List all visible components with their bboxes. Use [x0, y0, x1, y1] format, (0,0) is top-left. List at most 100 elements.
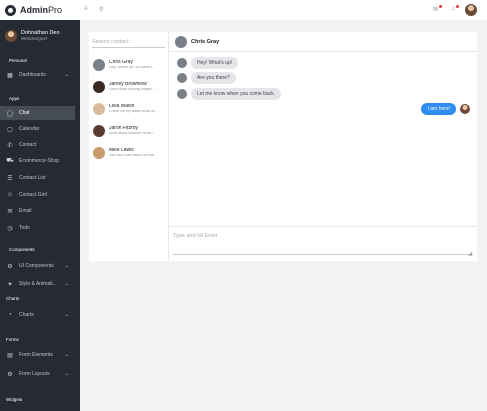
brand[interactable]: AdminPro	[0, 0, 80, 20]
chevron-down-icon: ⌄	[64, 352, 69, 358]
sidebar-item-label: Email	[19, 208, 32, 214]
contact-name: Jaron Fitzroy	[109, 125, 138, 131]
calendar-icon: ▢	[7, 126, 13, 133]
contact-grid-icon: ☺	[6, 192, 14, 198]
avatar[interactable]	[465, 4, 477, 16]
contact-last-message: Just don't care about the we...	[109, 154, 157, 158]
section-forms: Forms	[6, 337, 19, 342]
chevron-down-icon: ⌄	[64, 371, 69, 377]
user-role: Webdesigner	[21, 36, 48, 41]
sidebar-item-label: Form Layouts	[19, 371, 50, 377]
message-bubble: Hey! What's up!	[191, 57, 239, 69]
sidebar-item-label: Calendar	[19, 126, 40, 132]
message-row: Hey! What's up!	[177, 57, 239, 69]
sidebar-item-label: Contact	[19, 142, 37, 148]
section-charts: Charts	[6, 296, 20, 301]
contacts-panel: Chris Gray Hey! What's up! So many ti...…	[89, 32, 169, 261]
todo-icon: ◷	[7, 225, 13, 232]
brand-name: AdminPro	[20, 5, 63, 15]
avatar	[93, 59, 105, 71]
sidebar-item-label: Todo	[19, 225, 30, 231]
sidebar-item-form-layouts[interactable]: ⚙ Form Layouts ⌄	[0, 367, 75, 381]
sidebar-item-label: Ecommerce-Shop	[19, 158, 60, 164]
cart-icon: ⛟	[6, 158, 14, 164]
chart-icon: ◔	[8, 312, 12, 318]
search-icon[interactable]: ⚲	[99, 6, 103, 13]
sidebar-item-label: Contact Grid	[19, 192, 48, 198]
phone-icon: ✆	[7, 142, 13, 149]
sidebar-item-label: UI Components	[19, 263, 54, 269]
message-row: Let me know when you come back.	[177, 88, 282, 100]
contact-item[interactable]: Chris Gray Hey! What's up! So many ti...	[89, 55, 168, 75]
contact-item[interactable]: Livia Walsh Check out my latest email on…	[89, 99, 168, 119]
notification-dot	[439, 5, 442, 8]
sidebar-item-calendar[interactable]: ▢ Calendar	[0, 122, 75, 136]
message-bubble: Are you there?	[191, 72, 236, 84]
sidebar-item-contact[interactable]: ✆ Contact	[0, 138, 75, 152]
chat-card: Chris Gray Hey! What's up! So many ti...…	[89, 32, 477, 261]
section-components: Components	[9, 247, 35, 252]
search-contact-input[interactable]	[92, 37, 165, 48]
sidebar-item-label: Dashboards	[19, 72, 46, 78]
message-row: Are you there?	[177, 72, 236, 84]
logo-icon	[5, 4, 16, 16]
sidebar-item-label: Contact List	[19, 175, 46, 181]
sidebar-item-style-animation[interactable]: ✦ Style & Animati... ⌄	[0, 277, 75, 291]
sidebar-item-dashboards[interactable]: ▦ Dashboards ⌄	[0, 68, 75, 82]
avatar	[177, 58, 187, 68]
avatar	[93, 103, 105, 115]
contact-last-message: Good news coming tonight, ...	[109, 88, 157, 92]
sidebar-item-contact-grid[interactable]: ☺ Contact Grid	[0, 188, 75, 202]
contact-name: Livia Walsh	[109, 103, 135, 109]
contact-name: Chris Gray	[109, 59, 133, 65]
message-row: I am here!	[421, 103, 470, 115]
menu-icon[interactable]: ≡	[84, 6, 88, 12]
chat-icon: ◯	[6, 110, 14, 117]
chevron-down-icon: ⌄	[64, 312, 69, 318]
bell-icon[interactable]: ♫	[451, 6, 456, 12]
notification-dot	[456, 5, 459, 8]
form-elements-icon: ▤	[7, 352, 13, 359]
grid-icon: ▦	[7, 72, 13, 79]
message-bubble: I am here!	[421, 103, 456, 115]
contact-item[interactable]: Jaron Fitzroy What about summer break?	[89, 121, 168, 141]
message-input[interactable]	[173, 233, 473, 255]
user-profile[interactable]: Dohnathan Deo Webdesigner	[0, 24, 80, 48]
contact-name: Mike Lewis	[109, 147, 134, 153]
components-icon: ⚙	[7, 263, 13, 270]
avatar	[177, 89, 187, 99]
chevron-down-icon: ⌄	[64, 263, 69, 269]
section-personal: Personal	[9, 58, 27, 63]
chat-panel: Chris Gray Hey! What's up! Are you there…	[169, 32, 477, 261]
avatar	[93, 147, 105, 159]
message-bubble: Let me know when you come back.	[191, 88, 282, 100]
sidebar-item-chat[interactable]: ◯ Chat	[0, 106, 75, 120]
contact-last-message: What about summer break?	[109, 132, 154, 136]
sidebar-item-email[interactable]: ✉ Email	[0, 204, 75, 218]
chevron-down-icon: ⌄	[64, 72, 69, 78]
sidebar-item-ui-components[interactable]: ⚙ UI Components ⌄	[0, 259, 75, 273]
style-icon: ✦	[7, 281, 13, 288]
sidebar-item-contact-list[interactable]: ☰ Contact List	[0, 171, 75, 185]
contact-name: Jamey Brownlow	[109, 81, 147, 87]
sidebar-item-form-elements[interactable]: ▤ Form Elements ⌄	[0, 348, 75, 362]
avatar	[175, 35, 187, 48]
sidebar-item-charts[interactable]: ◔ Charts ⌄	[0, 308, 75, 322]
contact-last-message: Check out my latest email on ...	[109, 110, 160, 114]
resize-handle-icon[interactable]: ◢	[468, 251, 472, 257]
avatar	[93, 125, 105, 137]
form-layouts-icon: ⚙	[7, 371, 13, 378]
contact-item[interactable]: Mike Lewis Just don't care about the we.…	[89, 143, 168, 163]
sidebar-item-label: Charts	[19, 312, 34, 318]
contact-item[interactable]: Jamey Brownlow Good news coming tonight,…	[89, 77, 168, 97]
avatar	[93, 81, 105, 93]
sidebar-item-label: Form Elements	[19, 352, 53, 358]
sidebar: AdminPro Dohnathan Deo Webdesigner Perso…	[0, 0, 80, 411]
chat-contact-name: Chris Gray	[191, 38, 220, 45]
message-icon[interactable]: ✉	[433, 6, 438, 13]
contact-list-icon: ☰	[7, 175, 13, 182]
sidebar-item-ecommerce-shop[interactable]: ⛟ Ecommerce-Shop	[0, 154, 75, 168]
sidebar-item-todo[interactable]: ◷ Todo	[0, 221, 75, 235]
mail-icon: ✉	[7, 208, 13, 215]
avatar	[460, 104, 470, 114]
